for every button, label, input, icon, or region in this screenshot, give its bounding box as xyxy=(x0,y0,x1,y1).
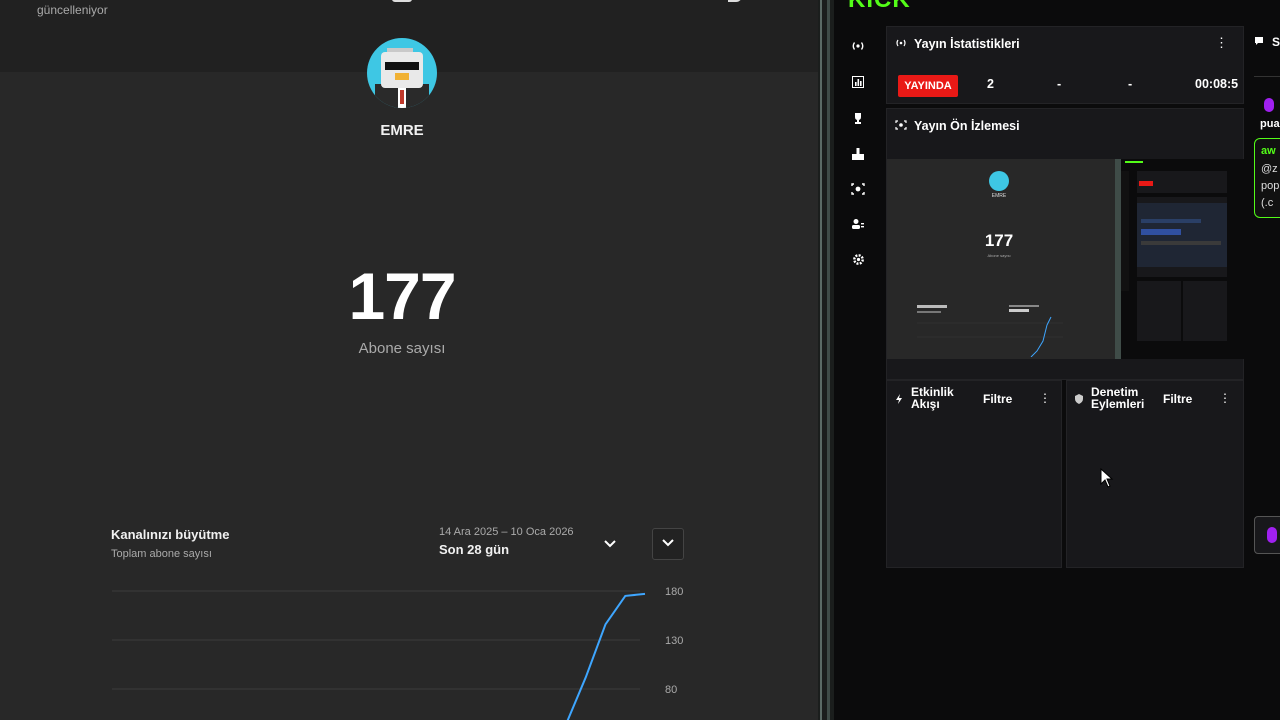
window-divider[interactable] xyxy=(818,0,834,720)
more-options-icon[interactable]: ⋮ xyxy=(1039,391,1051,405)
trophy-icon[interactable] xyxy=(846,108,870,132)
preview-subscriber-label: Abone sayısı xyxy=(987,253,1011,258)
y-tick-label: 180 xyxy=(665,586,683,598)
kick-logo: KICK xyxy=(848,0,911,14)
stream-stats-title: Yayın İstatistikleri xyxy=(914,37,1020,51)
stat-value-b: - xyxy=(1128,77,1133,91)
event-feed-filter-button[interactable]: Filtre xyxy=(983,392,1012,406)
chevron-down-icon xyxy=(662,539,674,547)
stream-stats-panel: Yayın İstatistikleri ⋮ YAYINDA 2 - - 00:… xyxy=(886,26,1244,104)
chat-message-highlight: aw @z pop (.c xyxy=(1254,138,1280,218)
users-icon[interactable] xyxy=(846,214,870,238)
subscriptions-icon[interactable] xyxy=(392,0,412,2)
broadcast-icon xyxy=(895,38,907,51)
microphone-icon[interactable] xyxy=(1267,527,1277,543)
y-tick-label: 130 xyxy=(665,635,683,647)
series-line xyxy=(566,592,646,720)
live-badge: YAYINDA xyxy=(898,75,958,97)
chat-message-line: (.c xyxy=(1261,197,1274,209)
viewer-count: 2 xyxy=(987,77,994,91)
upload-icon[interactable] xyxy=(846,144,870,168)
stream-preview-title: Yayın Ön İzlemesi xyxy=(914,119,1020,133)
audit-log-panel: Denetim Eylemleri Filtre ⋮ xyxy=(1066,380,1244,568)
growth-subtitle: Toplam abone sayısı xyxy=(111,548,212,560)
subscriber-growth-chart: 80 130 180 xyxy=(112,586,683,720)
microphone-icon xyxy=(1264,98,1274,112)
youtube-studio-pane: güncelleniyor EMRE 177 Abone sayısı Kana… xyxy=(0,0,818,720)
preview-icon xyxy=(895,120,907,133)
chat-icon xyxy=(1254,36,1264,49)
preview-mirror-right xyxy=(1121,159,1245,359)
chat-username[interactable]: pua xyxy=(1260,118,1280,130)
chat-message-line: @z xyxy=(1261,163,1278,175)
stream-preview-panel: Yayın Ön İzlemesi EMRE 177 Abone sayısı xyxy=(886,108,1245,380)
stream-duration: 00:08:5 xyxy=(1195,77,1239,91)
chat-panel: S pua aw @z pop (.c xyxy=(1248,26,1280,566)
chat-message-line: aw xyxy=(1261,145,1276,157)
kick-dashboard-pane: KICK Yayın İstatistikleri ⋮ YAYINDA xyxy=(834,0,1280,720)
audit-log-title: Denetim Eylemleri xyxy=(1091,386,1161,410)
lightning-icon xyxy=(895,394,903,406)
more-options-icon[interactable]: ⋮ xyxy=(1219,391,1231,405)
chevron-down-icon[interactable] xyxy=(600,536,620,552)
chat-header-divider xyxy=(1254,76,1280,77)
event-feed-title: Etkinlik Akışı xyxy=(911,386,973,410)
channel-avatar xyxy=(367,38,437,108)
audit-log-title-line2: Eylemleri xyxy=(1091,397,1145,411)
preview-avatar xyxy=(989,171,1009,191)
preview-channel-name: EMRE xyxy=(991,193,1007,199)
subscriber-count: 177 xyxy=(348,259,456,333)
y-tick-label: 80 xyxy=(665,684,677,696)
feedback-icon[interactable] xyxy=(728,0,742,2)
audit-log-filter-button[interactable]: Filtre xyxy=(1163,392,1192,406)
preview-mirror-left: EMRE 177 Abone sayısı xyxy=(887,159,1115,359)
shield-icon xyxy=(1075,394,1083,406)
date-range: 14 Ara 2025 – 10 Oca 2026 xyxy=(439,526,574,538)
updating-status: güncelleniyor xyxy=(37,3,108,17)
preview-chart xyxy=(917,305,1063,357)
growth-title: Kanalınızı büyütme xyxy=(111,527,230,542)
subscriber-label: Abone sayısı xyxy=(358,340,446,357)
preview-subscriber-count: 177 xyxy=(984,231,1014,250)
chat-input[interactable] xyxy=(1254,516,1280,554)
more-options-icon[interactable]: ⋮ xyxy=(1215,35,1228,51)
event-feed-panel: Etkinlik Akışı Filtre ⋮ xyxy=(886,380,1062,568)
broadcast-icon[interactable] xyxy=(846,36,870,60)
mouse-cursor-icon xyxy=(1100,468,1114,488)
analytics-icon[interactable] xyxy=(846,72,870,96)
channel-name: EMRE xyxy=(380,122,424,139)
chart-dropdown-button[interactable] xyxy=(652,528,684,560)
stream-preview-screen[interactable]: EMRE 177 Abone sayısı xyxy=(887,159,1245,359)
chat-title: S xyxy=(1272,35,1280,49)
stat-value-a: - xyxy=(1057,77,1062,91)
period-selector[interactable]: Son 28 gün xyxy=(439,542,509,557)
chat-message-line: pop xyxy=(1261,180,1280,192)
event-feed-title-line2: Akışı xyxy=(911,397,940,411)
preview-icon[interactable] xyxy=(846,179,870,203)
settings-icon[interactable] xyxy=(846,250,870,274)
